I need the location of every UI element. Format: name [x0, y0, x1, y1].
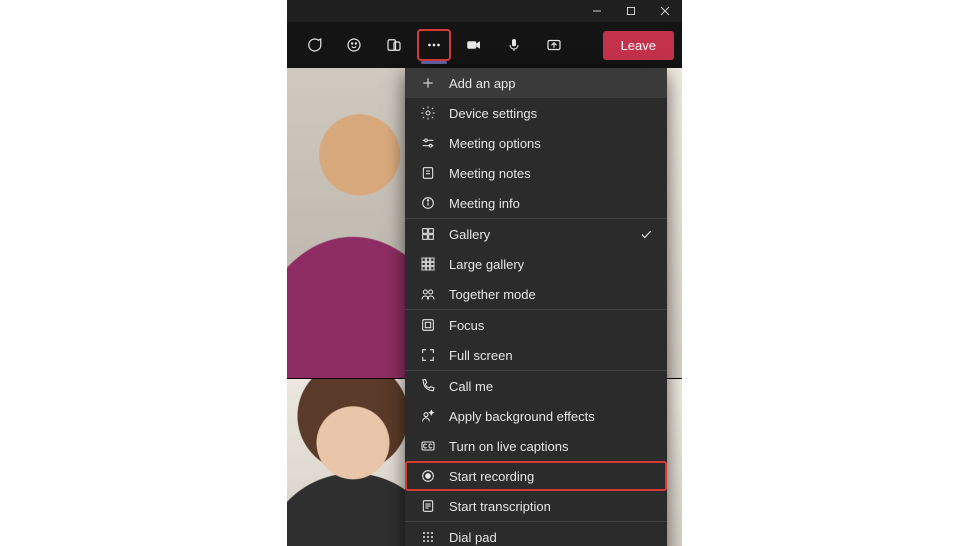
plus-icon: [419, 74, 437, 92]
reactions-button[interactable]: [337, 29, 371, 61]
teams-meeting-window: Leave Add an app Device settings Meeting o…: [287, 0, 682, 546]
more-actions-menu: Add an app Device settings Meeting options…: [405, 68, 667, 546]
menu-item-label: Apply background effects: [449, 409, 653, 424]
menu-item-label: Meeting notes: [449, 166, 653, 181]
share-tray-icon: [545, 36, 563, 54]
menu-item-full-screen[interactable]: Full screen: [405, 340, 667, 370]
check-icon: [639, 227, 653, 241]
menu-item-meeting-info[interactable]: Meeting info: [405, 188, 667, 218]
menu-item-label: Device settings: [449, 106, 653, 121]
rooms-button[interactable]: [377, 29, 411, 61]
notes-icon: [419, 164, 437, 182]
menu-item-turn-on-live-captions[interactable]: Turn on live captions: [405, 431, 667, 461]
menu-item-apply-background-effects[interactable]: Apply background effects: [405, 401, 667, 431]
active-tab-indicator: [421, 61, 447, 64]
menu-item-label: Add an app: [449, 76, 653, 91]
rooms-icon: [385, 36, 403, 54]
chat-button[interactable]: [297, 29, 331, 61]
maximize-button[interactable]: [614, 0, 648, 22]
menu-item-label: Large gallery: [449, 257, 653, 272]
together-icon: [419, 285, 437, 303]
share-button[interactable]: [537, 29, 571, 61]
gear-icon: [419, 104, 437, 122]
mic-button[interactable]: [497, 29, 531, 61]
menu-item-large-gallery[interactable]: Large gallery: [405, 249, 667, 279]
sparkle-icon: [419, 407, 437, 425]
menu-item-call-me[interactable]: Call me: [405, 371, 667, 401]
large-grid-icon: [419, 255, 437, 273]
sliders-icon: [419, 134, 437, 152]
meeting-toolbar: Leave: [287, 22, 682, 69]
minimize-button[interactable]: [580, 0, 614, 22]
menu-item-meeting-options[interactable]: Meeting options: [405, 128, 667, 158]
menu-item-label: Meeting info: [449, 196, 653, 211]
cc-icon: [419, 437, 437, 455]
dialpad-icon: [419, 528, 437, 546]
video-tile: [287, 68, 419, 378]
phone-icon: [419, 377, 437, 395]
menu-item-start-transcription[interactable]: Start transcription: [405, 491, 667, 521]
menu-item-label: Full screen: [449, 348, 653, 363]
menu-item-label: Focus: [449, 318, 653, 333]
smile-icon: [345, 36, 363, 54]
record-icon: [419, 467, 437, 485]
more-actions-button[interactable]: [417, 29, 451, 61]
close-button[interactable]: [648, 0, 682, 22]
video-tile: [287, 378, 419, 546]
menu-item-meeting-notes[interactable]: Meeting notes: [405, 158, 667, 188]
menu-item-label: Call me: [449, 379, 653, 394]
window-titlebar: [580, 0, 682, 22]
menu-item-label: Gallery: [449, 227, 627, 242]
menu-item-dial-pad[interactable]: Dial pad: [405, 522, 667, 546]
leave-button[interactable]: Leave: [603, 31, 674, 60]
menu-item-label: Start recording: [449, 469, 653, 484]
mic-icon: [505, 36, 523, 54]
menu-item-focus[interactable]: Focus: [405, 310, 667, 340]
menu-item-gallery[interactable]: Gallery: [405, 219, 667, 249]
camera-button[interactable]: [457, 29, 491, 61]
camera-icon: [465, 36, 483, 54]
menu-item-label: Together mode: [449, 287, 653, 302]
menu-item-label: Start transcription: [449, 499, 653, 514]
focus-icon: [419, 316, 437, 334]
chat-icon: [305, 36, 323, 54]
expand-icon: [419, 346, 437, 364]
transcript-icon: [419, 497, 437, 515]
menu-item-device-settings[interactable]: Device settings: [405, 98, 667, 128]
info-icon: [419, 194, 437, 212]
menu-item-label: Dial pad: [449, 530, 653, 545]
ellipsis-icon: [425, 36, 443, 54]
menu-item-add-an-app[interactable]: Add an app: [405, 68, 667, 98]
menu-item-together-mode[interactable]: Together mode: [405, 279, 667, 309]
menu-item-start-recording[interactable]: Start recording: [405, 461, 667, 491]
menu-item-label: Meeting options: [449, 136, 653, 151]
menu-item-label: Turn on live captions: [449, 439, 653, 454]
grid-icon: [419, 225, 437, 243]
